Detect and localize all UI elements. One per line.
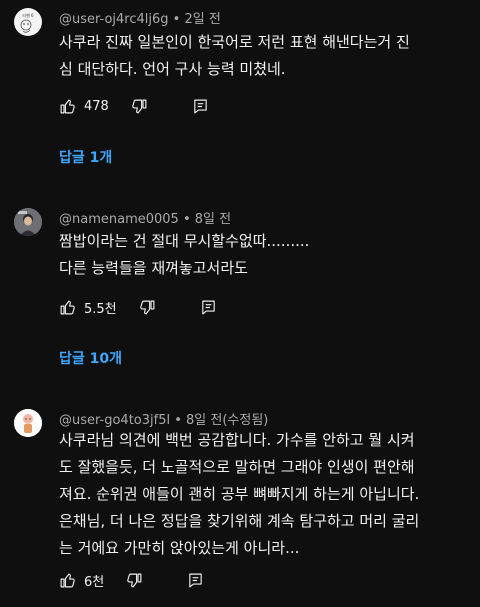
avatar[interactable] — [14, 409, 42, 437]
reply-comment-icon — [192, 98, 209, 115]
avatar-drawing — [14, 208, 42, 236]
comment-meta: @user-go4to3jf5l • 8일 전(수정됨) — [59, 409, 268, 428]
comment-text-line: 사쿠라님 의견에 백번 공감합니다. 가수를 안하고 뭘 시켜 — [59, 431, 415, 449]
comment-text-line: 다른 능력들을 재껴놓고서라도 — [59, 259, 248, 277]
comment-text-line: 는 거에요 가만히 앉아있는게 아니라... — [59, 539, 300, 557]
comment-actions: 5.5천 — [59, 295, 217, 319]
comment-text-line: 사쿠라 진짜 일본인이 한국어로 저런 표현 해낸다는거 진 — [59, 33, 410, 51]
thumbs-down-icon — [139, 299, 156, 316]
comment-text-line: 져요. 순위권 애들이 괜히 공부 뼈빠지게 하는게 아닙니다. — [59, 485, 420, 503]
dislike-button[interactable] — [126, 572, 143, 589]
comment-time: 2일 전 — [184, 12, 221, 27]
like-button[interactable]: 6천 — [59, 571, 104, 590]
view-replies-button[interactable]: 답글 10개 — [59, 348, 122, 368]
thumbs-up-icon — [59, 572, 76, 589]
dislike-button[interactable] — [139, 299, 156, 316]
thumbs-down-icon — [126, 572, 143, 589]
comment-text: 짬밥이라는 건 절대 무시할수없따......... 다른 능력들을 재껴놓고서… — [59, 228, 465, 282]
view-replies-button[interactable]: 답글 1개 — [59, 147, 112, 167]
thumbs-up-icon — [59, 98, 76, 115]
comment-text-line: 짬밥이라는 건 절대 무시할수없따......... — [59, 232, 310, 250]
thumbs-down-icon — [131, 98, 148, 115]
avatar-caption: 티팬 6 — [22, 12, 34, 18]
like-count: 478 — [84, 98, 109, 114]
like-count: 6천 — [84, 574, 105, 590]
comment-actions: 6천 — [59, 568, 204, 592]
avatar[interactable] — [14, 208, 42, 236]
reply-comment-icon — [200, 299, 217, 316]
comment-text: 사쿠라 진짜 일본인이 한국어로 저런 표현 해낸다는거 진 심 대단하다. 언… — [59, 29, 465, 83]
avatar-drawing: 티팬 6 — [20, 12, 34, 33]
comment-actions: 478 — [59, 94, 209, 118]
comment-text-line: 심 대단하다. 언어 구사 능력 미쳤네. — [59, 60, 286, 78]
reply-button[interactable] — [192, 98, 209, 115]
dislike-button[interactable] — [131, 98, 148, 115]
meta-separator: • — [170, 413, 187, 428]
avatar-drawing — [14, 409, 42, 437]
comment-text-line: 도 잘했을듯, 더 노골적으로 말하면 그래야 인생이 편안해 — [59, 458, 415, 476]
reply-button[interactable] — [187, 572, 204, 589]
avatar[interactable]: 티팬 6 — [14, 8, 42, 36]
comment-meta: @namename0005 • 8일 전 — [59, 208, 231, 227]
reply-comment-icon — [187, 572, 204, 589]
thumbs-up-icon — [59, 299, 76, 316]
meta-separator: • — [178, 212, 195, 227]
comment-time: 8일 전 — [194, 212, 232, 227]
author-name[interactable]: @namename0005 — [59, 212, 179, 227]
comment-text: 사쿠라님 의견에 백번 공감합니다. 가수를 안하고 뭘 시켜 도 잘했을듯, … — [59, 427, 465, 562]
comment-meta: @user-oj4rc4lj6g • 2일 전 — [59, 8, 221, 27]
author-name[interactable]: @user-go4to3jf5l — [59, 413, 170, 428]
author-name[interactable]: @user-oj4rc4lj6g — [59, 12, 169, 27]
comment-time: 8일 전(수정됨) — [186, 413, 269, 428]
reply-button[interactable] — [200, 299, 217, 316]
like-button[interactable]: 5.5천 — [59, 298, 117, 317]
comment-text-line: 은채님, 더 나은 정답을 찾기위해 계속 탐구하고 머리 굴리 — [59, 512, 420, 530]
like-count: 5.5천 — [84, 301, 117, 317]
like-button[interactable]: 478 — [59, 98, 109, 115]
meta-separator: • — [168, 12, 185, 27]
